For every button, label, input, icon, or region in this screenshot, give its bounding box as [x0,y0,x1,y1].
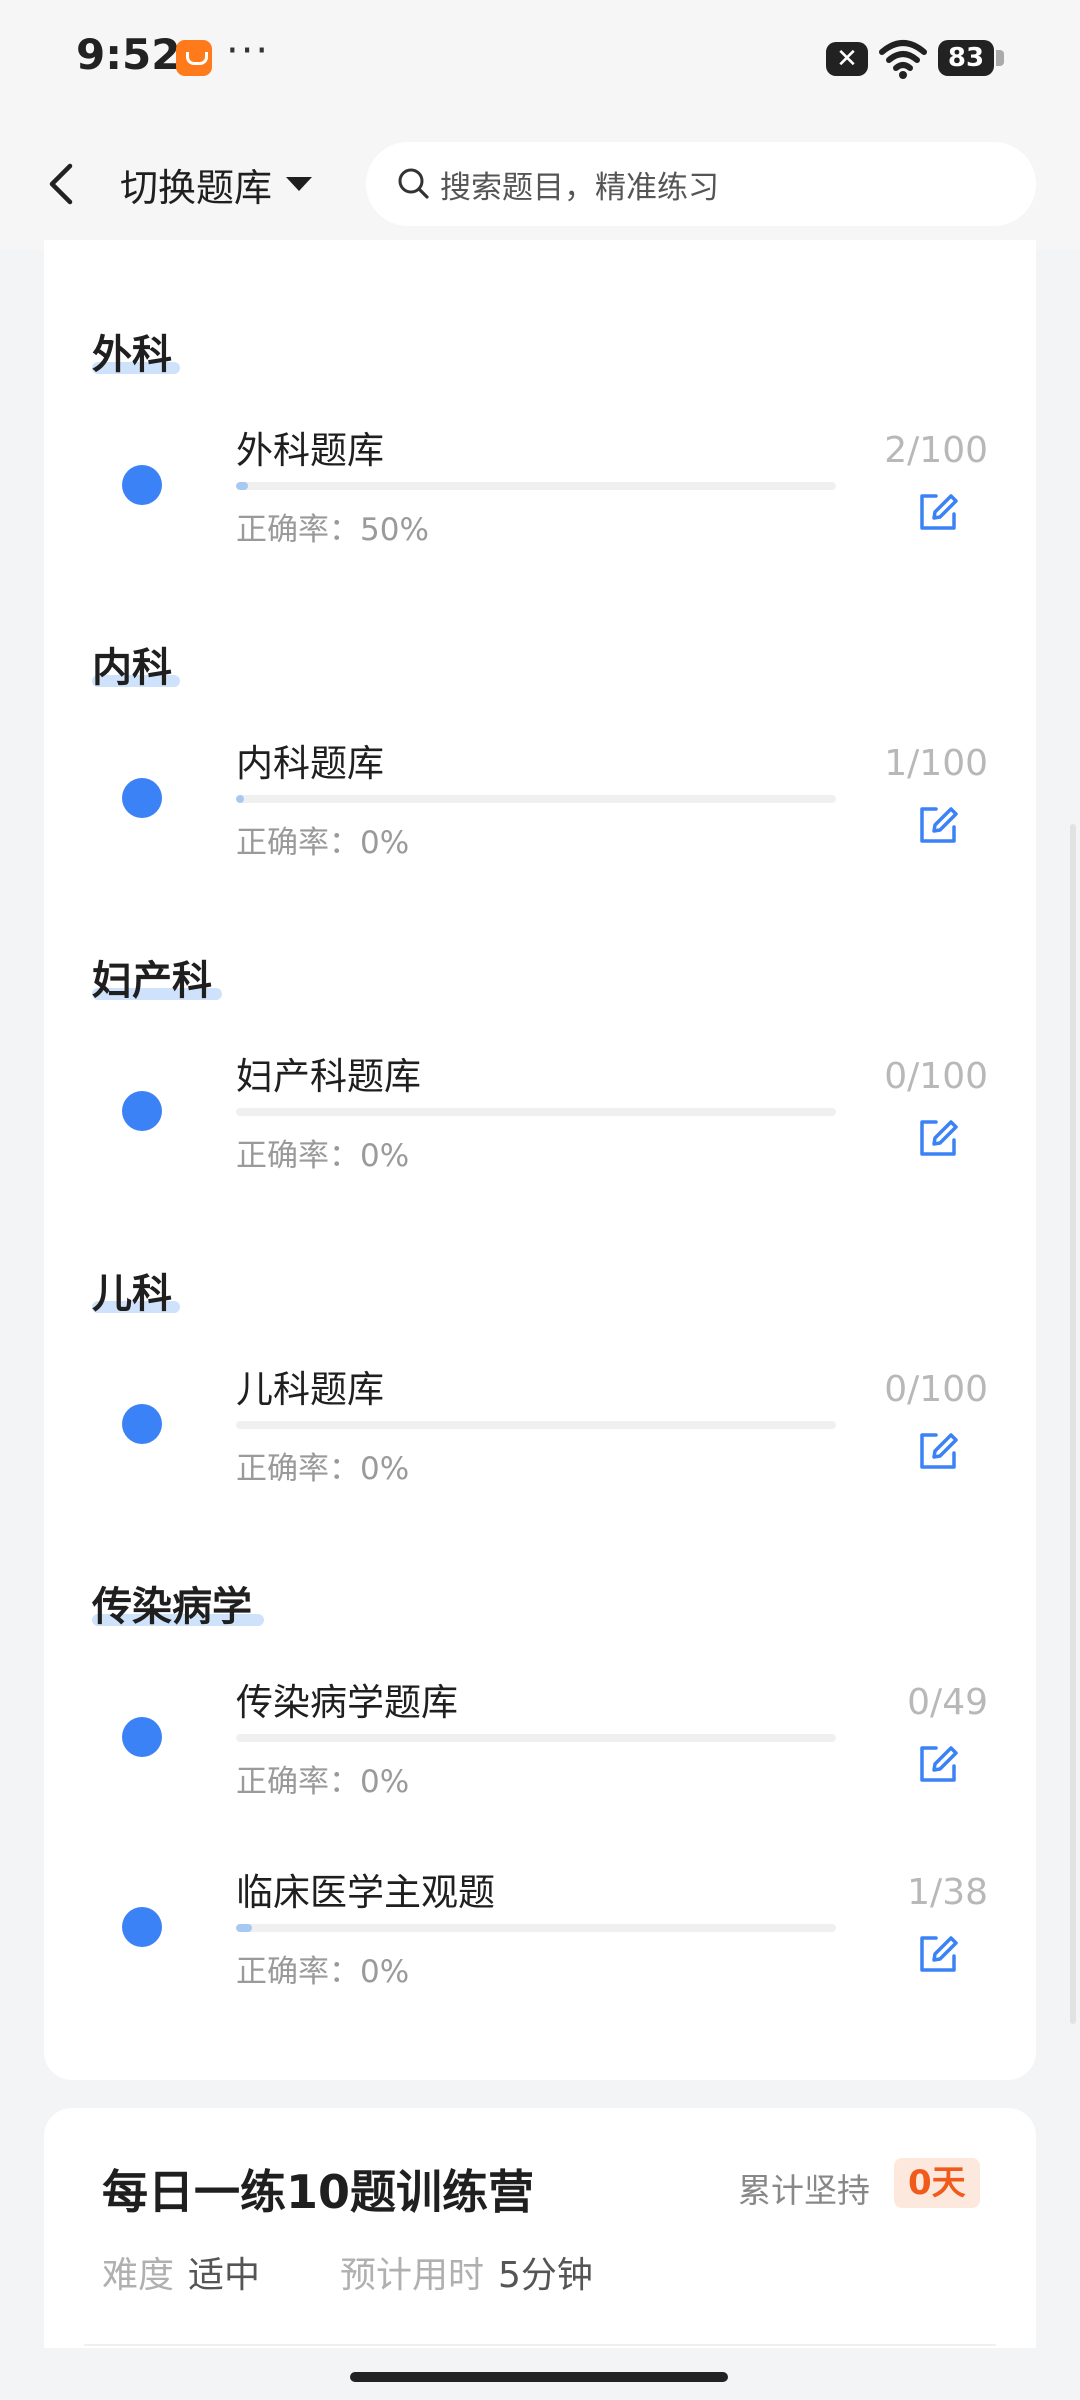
progress-fill [236,795,244,803]
bank-name[interactable]: 外科题库 [236,420,384,474]
progress-bar [236,1734,836,1742]
bank-name[interactable]: 妇产科题库 [236,1046,421,1100]
search-icon [398,168,429,199]
edit-practice-icon[interactable] [914,488,962,536]
progress-bar [236,482,836,490]
question-count: 2/100 [884,430,988,471]
more-notifications-icon: ··· [226,28,271,74]
accuracy-rate: 正确率：50% [236,512,429,548]
status-time: 9:52 [76,30,181,79]
caret-down-icon [286,177,313,191]
question-count: 0/100 [884,1369,988,1410]
home-indicator[interactable] [350,2372,728,2382]
search-input[interactable]: 搜索题目，精准练习 [366,142,1036,226]
battery-indicator: 83 [938,40,994,76]
accuracy-rate: 正确率：0% [236,1764,410,1800]
bank-status-dot [122,465,162,505]
estimated-time-value: 5分钟 [498,2255,593,2296]
progress-bar [236,1108,836,1116]
difficulty-label: 难度 [102,2255,175,2296]
close-notification-icon: ✕ [826,42,868,76]
accuracy-rate: 正确率：0% [236,825,410,861]
progress-bar [236,1924,836,1932]
section-title: 外科 [92,332,172,378]
bank-status-dot [122,1404,162,1444]
section-title: 传染病学 [92,1584,252,1630]
taobao-icon [176,40,212,76]
edit-practice-icon[interactable] [914,1740,962,1788]
progress-fill [236,1924,252,1932]
progress-fill [236,482,248,490]
scrollbar[interactable] [1070,824,1076,2024]
edit-practice-icon[interactable] [914,1427,962,1475]
bank-name[interactable]: 传染病学题库 [236,1672,458,1726]
question-bank-card: 外科外科题库正确率：50% 2/100 内科内科题库正确率：0% 1/100 妇产科 妇产… [44,240,1036,2080]
section-title: 内科 [92,645,172,691]
wifi-icon [879,40,927,79]
difficulty-info: 难度 适中 [102,2246,260,2298]
back-arrow-icon[interactable] [40,158,84,210]
edit-practice-icon[interactable] [914,801,962,849]
question-count: 1/38 [907,1872,988,1913]
bank-name[interactable]: 临床医学主观题 [236,1862,495,1916]
streak-label: 累计坚持 [738,2171,870,2210]
status-bar: 9:52 ··· ✕ 83 [0,0,1080,118]
question-count: 1/100 [884,743,988,784]
question-count: 0/100 [884,1056,988,1097]
edit-practice-icon[interactable] [914,1930,962,1978]
battery-tip [996,50,1004,66]
top-navigation: 切换题库 搜索题目，精准练习 [0,118,1080,250]
accuracy-rate: 正确率：0% [236,1451,410,1487]
progress-bar [236,1421,836,1429]
section-title: 儿科 [92,1271,172,1317]
search-placeholder: 搜索题目，精准练习 [440,169,719,206]
progress-bar [236,795,836,803]
bank-status-dot [122,1717,162,1757]
bank-status-dot [122,1907,162,1947]
accuracy-rate: 正确率：0% [236,1954,410,1990]
bank-name[interactable]: 儿科题库 [236,1359,384,1413]
camp-title: 每日一练10题训练营 [102,2165,535,2219]
divider [84,2344,996,2346]
streak-badge: 0天 [894,2158,980,2208]
bank-name[interactable]: 内科题库 [236,733,384,787]
estimated-time-info: 预计用时 5分钟 [340,2246,593,2298]
switch-question-bank-button[interactable]: 切换题库 [120,158,313,210]
daily-training-camp-card[interactable]: 每日一练10题训练营 累计坚持 0天 难度 适中 预计用时 5分钟 [44,2108,1036,2348]
switch-bank-label: 切换题库 [120,165,273,210]
section-title: 妇产科 [92,958,212,1004]
estimated-time-label: 预计用时 [340,2255,485,2296]
bank-status-dot [122,1091,162,1131]
accuracy-rate: 正确率：0% [236,1138,410,1174]
question-count: 0/49 [907,1682,988,1723]
edit-practice-icon[interactable] [914,1114,962,1162]
bank-status-dot [122,778,162,818]
difficulty-value: 适中 [188,2255,261,2296]
